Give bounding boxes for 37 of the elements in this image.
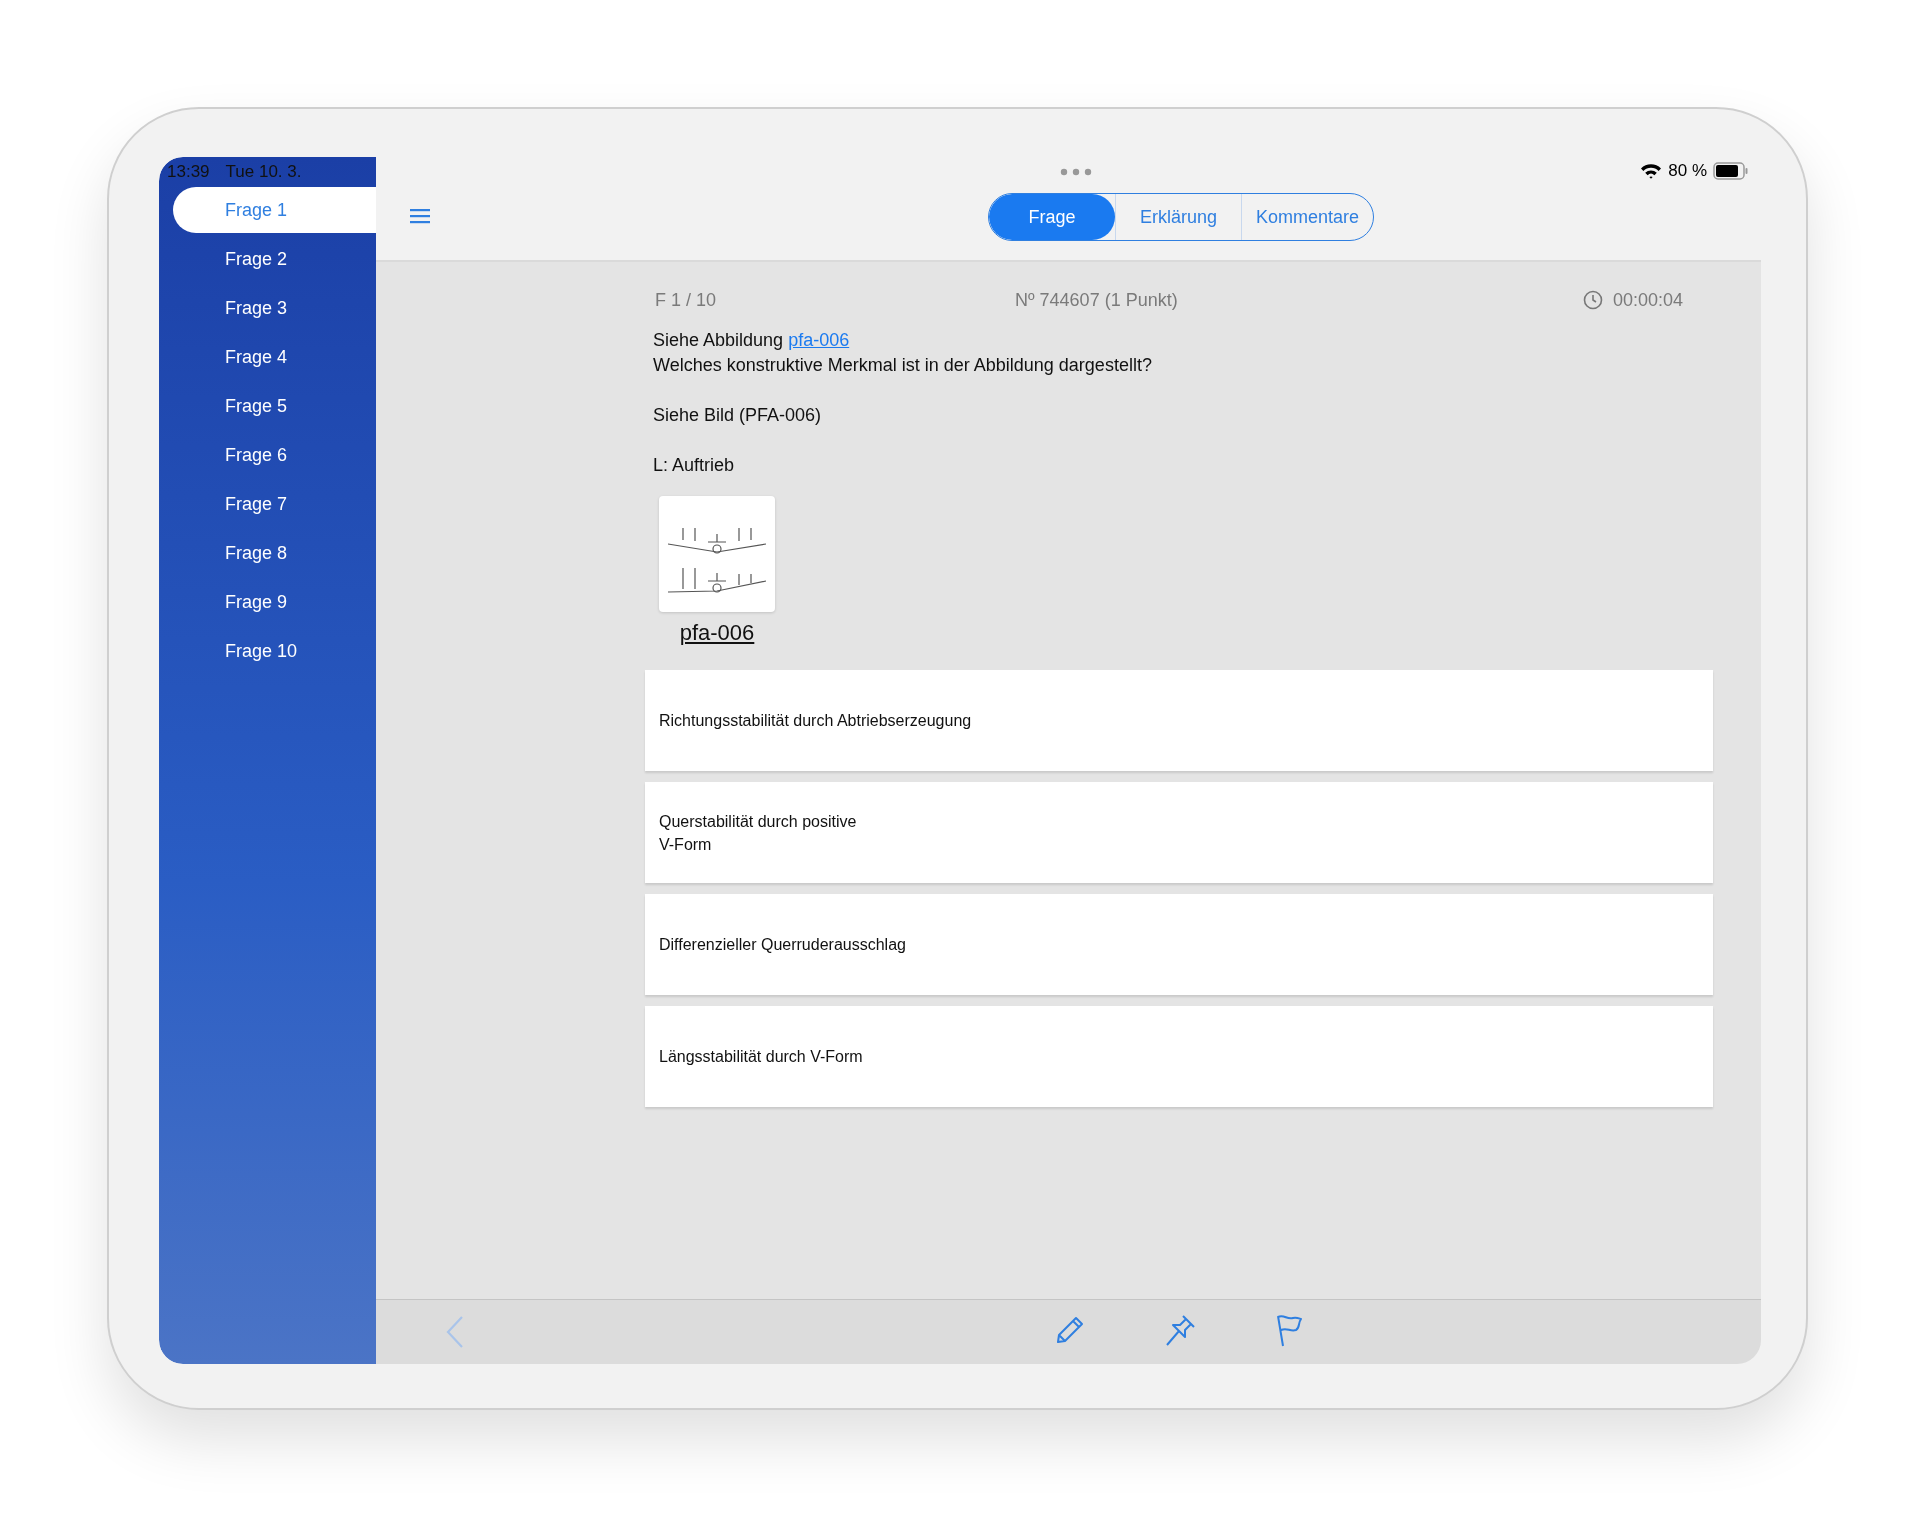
figure-caption-link[interactable]: pfa-006 (679, 620, 755, 646)
flag-icon[interactable] (1274, 1314, 1304, 1348)
answer-option[interactable]: Längsstabilität durch V-Form (645, 1006, 1713, 1107)
question-text: L: Auftrieb (653, 454, 736, 477)
tab[interactable]: Frage (989, 194, 1115, 240)
battery-icon (1713, 162, 1749, 180)
clock-icon (1582, 290, 1603, 310)
pin-icon[interactable] (1164, 1314, 1196, 1348)
sidebar-item[interactable]: Frage 5 (173, 383, 376, 429)
answer-option[interactable]: Differenzieller Querruderausschlag (645, 894, 1713, 995)
question-text: Siehe Abbildung (653, 329, 784, 352)
timer: 00:00:04 (1612, 289, 1683, 311)
sidebar-item[interactable]: Frage 9 (173, 579, 376, 625)
sidebar-item[interactable]: Frage 2 (173, 236, 376, 282)
sidebar-item[interactable]: Frage 8 (173, 530, 376, 576)
pencil-icon[interactable] (1054, 1314, 1086, 1346)
figure-thumbnail[interactable] (659, 496, 775, 612)
question-number: Nº 744607 (1 Punkt) (1015, 289, 1179, 311)
sidebar-item[interactable]: Frage 3 (173, 285, 376, 331)
question-text: Siehe Bild (PFA-006) (653, 404, 823, 427)
sidebar-item[interactable]: Frage 7 (173, 481, 376, 527)
question-text: Welches konstruktive Merkmal ist in der Abbildung dargestellt? (653, 354, 1153, 377)
more-dots-icon[interactable] (1059, 168, 1092, 176)
sidebar-item[interactable]: Frage 10 (173, 628, 376, 674)
status-date: Tue 10. 3. (225, 162, 302, 182)
tab[interactable]: Erklärung (1115, 194, 1241, 240)
sidebar-item[interactable]: Frage 4 (173, 334, 376, 380)
sidebar-item[interactable]: Frage 6 (173, 432, 376, 478)
menu-icon[interactable] (409, 207, 431, 225)
answer-option[interactable]: Richtungsstabilität durch Abtriebserzeugung (645, 670, 1713, 771)
wifi-icon (1640, 163, 1663, 179)
tab[interactable]: Kommentare (1241, 194, 1374, 240)
question-counter: F 1 / 10 (655, 289, 718, 311)
sidebar-item[interactable]: Frage 1 (173, 187, 376, 233)
battery-percentage: 80 % (1668, 161, 1707, 181)
status-time: 13:39 (167, 162, 210, 182)
answer-option[interactable]: Querstabilität durch positive V-Form (645, 782, 1713, 883)
